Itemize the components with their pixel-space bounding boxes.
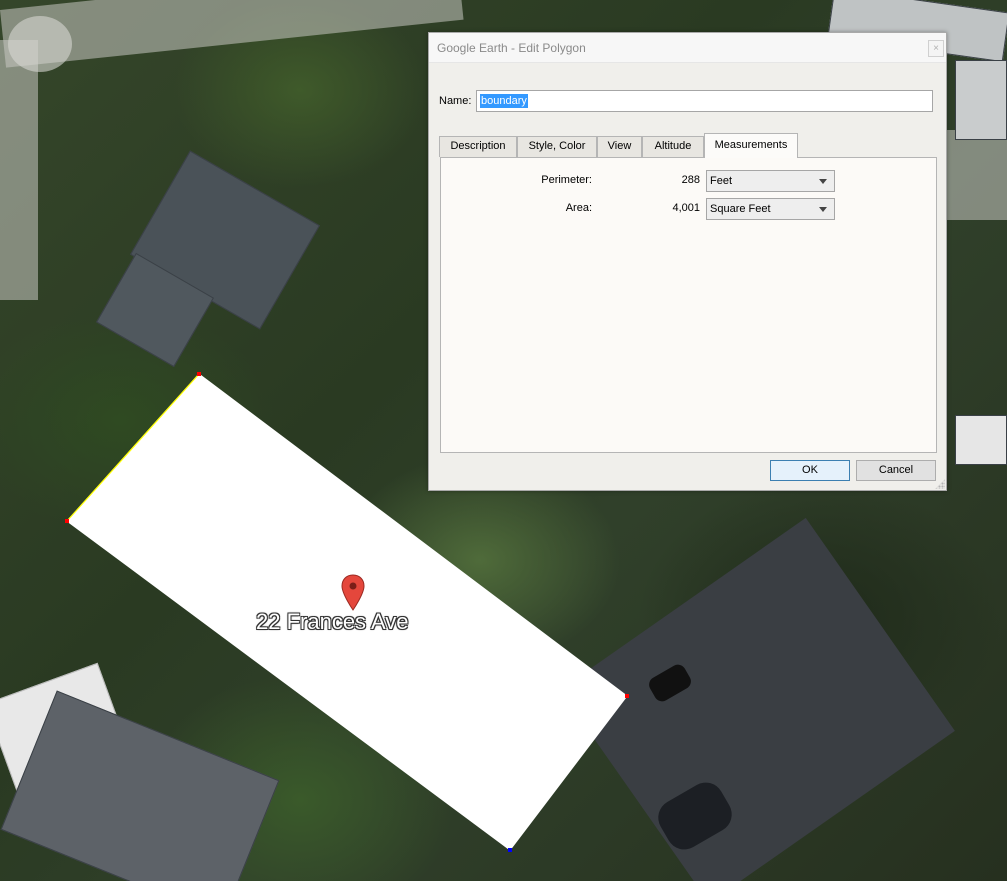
polygon-vertex[interactable] [65, 519, 69, 523]
tab-altitude[interactable]: Altitude [642, 136, 704, 157]
measurements-panel: Perimeter: 288 Feet Area: 4,001 Square F… [440, 157, 937, 453]
polygon-vertex[interactable] [197, 372, 201, 376]
resize-grip-icon[interactable] [935, 479, 945, 489]
tab-view[interactable]: View [597, 136, 642, 157]
area-label: Area: [565, 202, 592, 214]
name-input-selection: boundary [480, 94, 528, 108]
edit-polygon-dialog: Google Earth - Edit Polygon × Name: boun… [428, 32, 947, 491]
dialog-titlebar[interactable]: Google Earth - Edit Polygon × [429, 33, 946, 63]
area-unit-value: Square Feet [710, 203, 771, 215]
dialog-title: Google Earth - Edit Polygon [437, 41, 586, 55]
area-unit-select[interactable]: Square Feet [706, 198, 835, 220]
perimeter-value: 288 [681, 174, 700, 186]
perimeter-row: Perimeter: 288 Feet [441, 170, 936, 192]
placemark-label[interactable]: 22 Frances Ave [256, 609, 408, 635]
area-value: 4,001 [672, 202, 700, 214]
name-input[interactable] [476, 90, 933, 112]
polygon-vertex-active[interactable] [508, 848, 512, 852]
close-icon: × [933, 43, 939, 54]
map-pin-icon[interactable] [340, 574, 366, 612]
tab-style-color[interactable]: Style, Color [517, 136, 597, 157]
polygon-vertex[interactable] [625, 694, 629, 698]
tab-description[interactable]: Description [439, 136, 517, 157]
perimeter-unit-select[interactable]: Feet [706, 170, 835, 192]
name-row: Name: boundary [439, 90, 939, 112]
tab-measurements[interactable]: Measurements [704, 133, 798, 158]
close-button[interactable]: × [928, 40, 944, 57]
chevron-down-icon [819, 179, 827, 184]
chevron-down-icon [819, 207, 827, 212]
cancel-button[interactable]: Cancel [856, 460, 936, 481]
perimeter-label: Perimeter: [541, 174, 592, 186]
name-label: Name: [439, 95, 472, 107]
perimeter-unit-value: Feet [710, 175, 733, 187]
ok-button[interactable]: OK [770, 460, 850, 481]
area-row: Area: 4,001 Square Feet [441, 198, 936, 220]
